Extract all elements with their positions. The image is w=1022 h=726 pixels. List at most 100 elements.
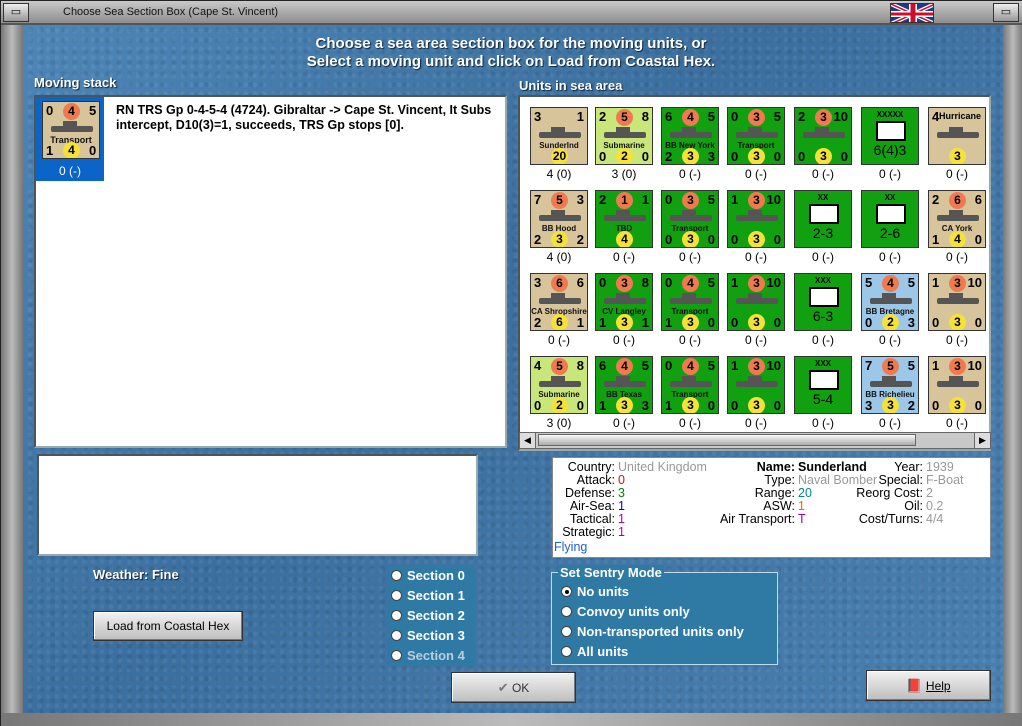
sentry-option-2[interactable]: Non-transported units only bbox=[557, 622, 772, 642]
sea-unit-counter[interactable]: 0 3 8 CV Langley 1 3 1 bbox=[595, 273, 653, 331]
close-window-button[interactable]: ▭ bbox=[993, 3, 1019, 22]
sea-unit-counter[interactable]: 2 5 8 Submarine 0 2 0 bbox=[595, 107, 653, 165]
sea-unit-counter[interactable]: 3 1 SunderInd 20 bbox=[530, 107, 588, 165]
sentry-option-3[interactable]: All units bbox=[557, 642, 772, 662]
unit-value: 3 bbox=[682, 397, 699, 413]
sea-unit-caption: 0 (-) bbox=[745, 416, 767, 430]
sea-unit-counter[interactable]: 1 3 10 0 3 0 bbox=[727, 273, 785, 331]
sea-unit-caption: 0 (-) bbox=[879, 416, 901, 430]
sea-unit-counter[interactable]: 0 3 5 Transport 0 3 0 bbox=[727, 107, 785, 165]
unit-value: 3 bbox=[815, 148, 832, 164]
sea-unit-counter[interactable]: 4 Hurricane 3 bbox=[928, 107, 986, 165]
sea-unit-caption: 0 (-) bbox=[879, 333, 901, 347]
unit-size: XXX bbox=[814, 276, 831, 285]
sea-unit-caption: 0 (-) bbox=[879, 250, 901, 264]
unit-value: 1 bbox=[731, 358, 739, 373]
unit-value: 4 bbox=[616, 358, 633, 375]
load-from-coastal-hex-button[interactable]: Load from Coastal Hex bbox=[93, 611, 243, 641]
unit-value: 5 bbox=[89, 103, 97, 118]
sea-unit-counter[interactable]: 6 4 5 BB New York 2 3 3 bbox=[661, 107, 719, 165]
unit-value: 3 bbox=[576, 192, 584, 207]
unit-value: 3 bbox=[682, 231, 699, 247]
ship-icon bbox=[736, 293, 778, 304]
sea-unit-counter[interactable]: XX 2-6 bbox=[861, 190, 919, 248]
sentry-option-0[interactable]: No units bbox=[557, 582, 772, 602]
unit-value: 0 bbox=[731, 149, 739, 164]
unit-value: 0 bbox=[707, 232, 715, 247]
sea-unit-counter[interactable]: XX 2-3 bbox=[794, 190, 852, 248]
unit-value: 3 bbox=[748, 275, 765, 292]
unit-value: 4 bbox=[534, 358, 542, 373]
sea-unit-counter[interactable]: 7 5 5 BB Richelieu 3 3 2 bbox=[861, 356, 919, 414]
unit-value: 1 bbox=[932, 275, 940, 290]
sea-unit-counter[interactable]: 4 5 8 Submarine 0 2 0 bbox=[530, 356, 588, 414]
sea-unit-counter[interactable]: 0 4 5 Transport 1 3 0 bbox=[661, 273, 719, 331]
moving-stack-description: RN TRS Gp 0-4-5-4 (4724). Gibraltar -> C… bbox=[116, 103, 492, 132]
unit-size: XX bbox=[817, 193, 829, 202]
sea-unit-caption: 3 (0) bbox=[611, 167, 637, 181]
sea-unit-counter[interactable]: XXX 5-4 bbox=[794, 356, 852, 414]
unit-value: 3 bbox=[865, 398, 873, 413]
section-radio-3[interactable]: Section 3 bbox=[387, 626, 475, 646]
unit-strength: 2-6 bbox=[879, 225, 901, 241]
sea-unit-counter[interactable]: XXXXX 6(4)3 bbox=[861, 107, 919, 165]
sea-unit-counter[interactable]: 6 4 5 BB Texas 1 3 3 bbox=[595, 356, 653, 414]
section-radio-1[interactable]: Section 1 bbox=[387, 586, 475, 606]
unit-size: XX bbox=[884, 193, 896, 202]
ok-button[interactable]: ✔ OK bbox=[451, 672, 576, 703]
sea-unit-counter[interactable]: 0 4 5 Transport 1 3 0 bbox=[661, 356, 719, 414]
ship-icon bbox=[736, 127, 778, 138]
unit-info-panel: Country: United Kingdom Attack: 0 Defens… bbox=[552, 457, 991, 558]
horizontal-scrollbar[interactable]: ◀ ▶ bbox=[519, 432, 991, 449]
sea-unit-counter[interactable]: 1 3 10 0 3 0 bbox=[727, 356, 785, 414]
unit-value: 2 bbox=[665, 149, 673, 164]
section-label: Section 2 bbox=[407, 608, 465, 623]
unit-value: 3 bbox=[748, 358, 765, 375]
window-title: Choose Sea Section Box (Cape St. Vincent… bbox=[63, 6, 279, 18]
moving-unit-counter[interactable]: 0 4 5 Transport 1 4 0 bbox=[42, 101, 100, 159]
unit-value: 3 bbox=[949, 358, 966, 375]
sea-unit-caption: 0 (-) bbox=[946, 333, 968, 347]
sea-unit-counter[interactable]: 5 4 5 BB Bretagne 0 2 3 bbox=[861, 273, 919, 331]
unit-value: 3 bbox=[815, 109, 832, 126]
unit-value: 8 bbox=[641, 109, 649, 124]
radio-icon bbox=[391, 610, 402, 621]
division-symbol-icon bbox=[809, 287, 839, 307]
unit-value: 5 bbox=[773, 109, 781, 124]
unit-strength: 5-4 bbox=[812, 391, 834, 407]
sea-unit-counter[interactable]: 2 6 6 CA York 1 4 0 bbox=[928, 190, 986, 248]
unit-value: 4 bbox=[882, 275, 899, 292]
scroll-thumb[interactable] bbox=[538, 434, 916, 446]
sentry-option-label: All units bbox=[577, 644, 629, 659]
scroll-right-icon[interactable]: ▶ bbox=[974, 433, 990, 448]
section-radio-4[interactable]: Section 4 bbox=[387, 646, 475, 666]
unit-value: 5 bbox=[616, 109, 633, 126]
sentry-option-label: No units bbox=[577, 584, 629, 599]
moving-unit-selected[interactable]: 0 4 5 Transport 1 4 0 0 (-) bbox=[36, 97, 104, 181]
sea-unit-caption: 0 (-) bbox=[812, 333, 834, 347]
sea-unit-counter[interactable]: 1 3 10 0 3 0 bbox=[928, 273, 986, 331]
sea-unit-counter[interactable]: 0 3 5 Transport 0 3 0 bbox=[661, 190, 719, 248]
sea-unit-counter[interactable]: 2 1 1 TBD 4 bbox=[595, 190, 653, 248]
scroll-left-icon[interactable]: ◀ bbox=[520, 433, 536, 448]
unit-value: 5 bbox=[551, 358, 568, 375]
unit-value: 2 bbox=[534, 315, 542, 330]
section-radio-0[interactable]: Section 0 bbox=[387, 566, 475, 586]
sentry-option-1[interactable]: Convoy units only bbox=[557, 602, 772, 622]
system-menu-button[interactable]: ▭ bbox=[3, 3, 29, 22]
ship-icon bbox=[51, 121, 93, 132]
sea-unit-counter[interactable]: XXX 6-3 bbox=[794, 273, 852, 331]
sea-unit-counter[interactable]: 3 6 6 CA Shropshire 2 6 1 bbox=[530, 273, 588, 331]
unit-value: 5 bbox=[865, 275, 873, 290]
section-label: Section 4 bbox=[407, 648, 465, 663]
unit-size: XXXXX bbox=[876, 110, 904, 119]
sea-unit-counter[interactable]: 2 3 10 0 3 0 bbox=[794, 107, 852, 165]
sea-unit-counter[interactable]: 7 5 3 BB Hood 2 3 2 bbox=[530, 190, 588, 248]
help-button[interactable]: 📕 Help bbox=[866, 670, 991, 701]
unit-value: 3 bbox=[949, 275, 966, 292]
sea-unit-caption: 0 (-) bbox=[879, 167, 901, 181]
section-radio-2[interactable]: Section 2 bbox=[387, 606, 475, 626]
sea-unit-counter[interactable]: 1 3 10 0 3 0 bbox=[727, 190, 785, 248]
ship-icon bbox=[604, 376, 646, 387]
sea-unit-counter[interactable]: 1 3 10 0 3 0 bbox=[928, 356, 986, 414]
